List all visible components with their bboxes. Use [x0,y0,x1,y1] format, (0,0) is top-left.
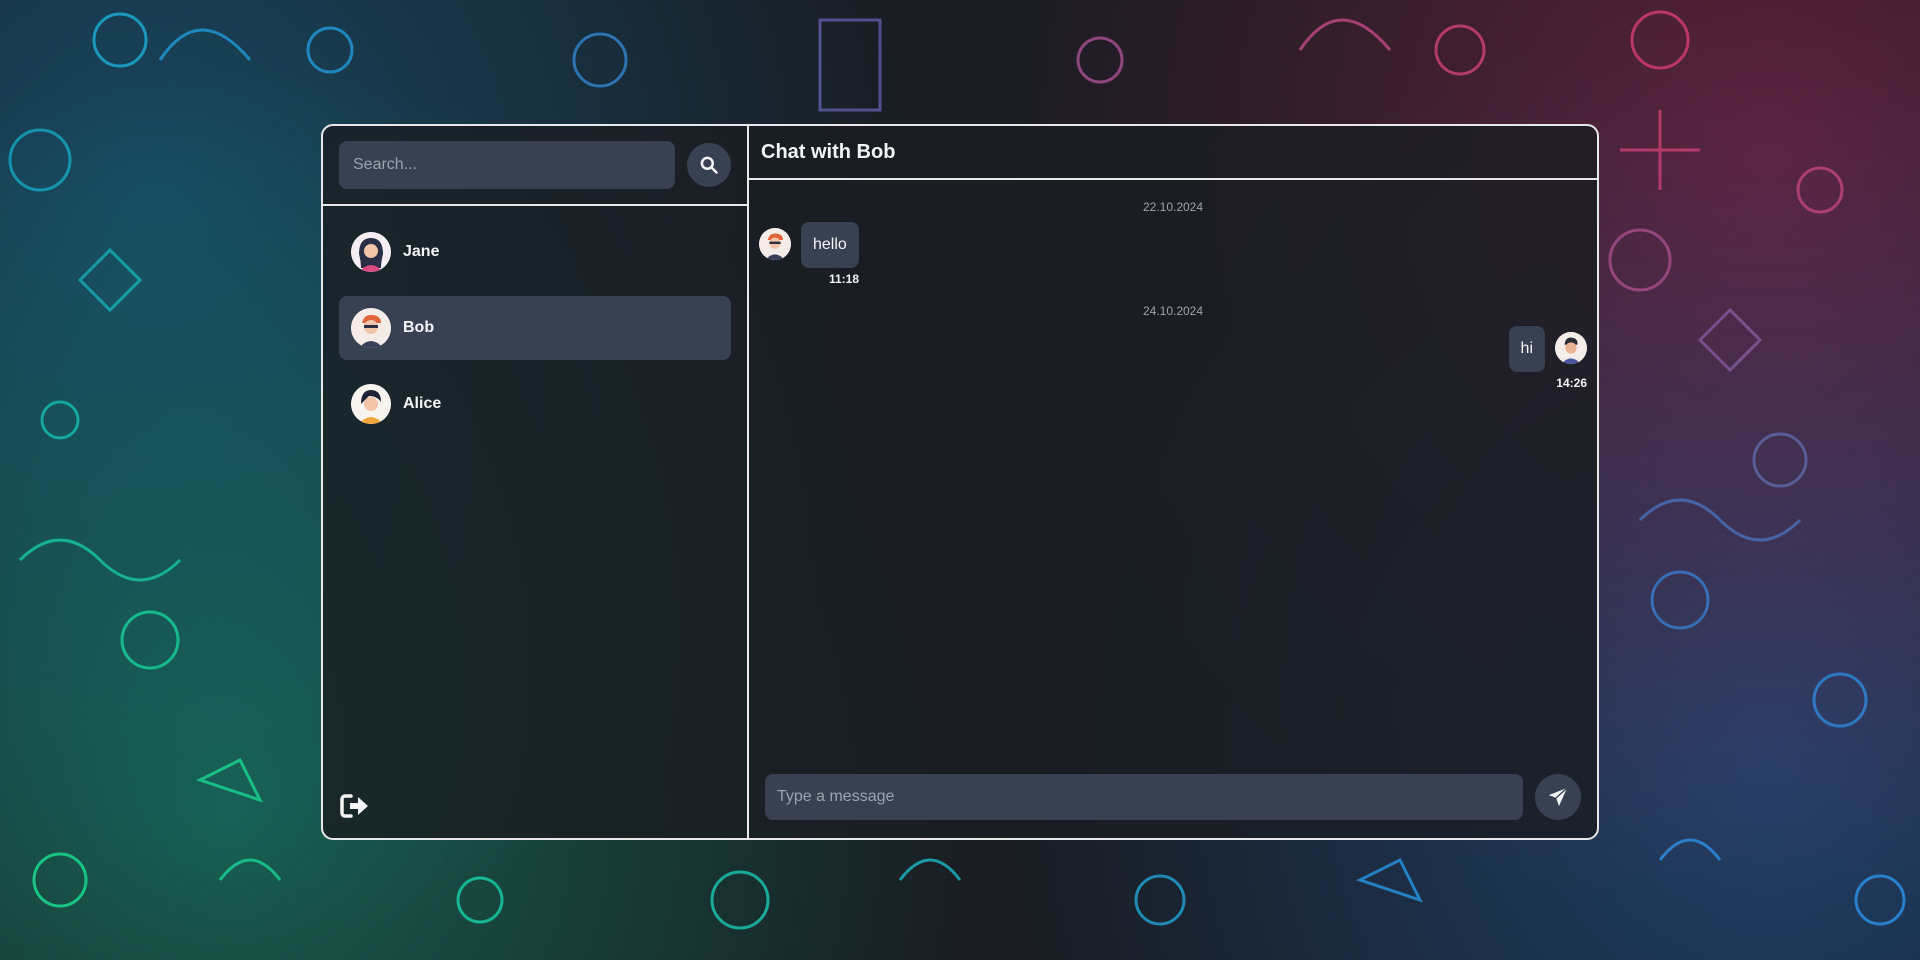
message-time: 11:18 [829,272,860,286]
contact-name: Alice [403,395,442,412]
contact-name: Bob [403,319,435,336]
contact-bob[interactable]: Bob [339,296,731,360]
message-row: hi [759,326,1587,372]
send-button[interactable] [1535,774,1581,820]
date-separator: 22.10.2024 [1142,200,1204,214]
message-input[interactable] [765,774,1523,820]
sender-avatar [1555,332,1587,364]
logout-button[interactable] [339,790,371,822]
avatar [351,384,391,424]
message-list: 22.10.2024 hello 11:18 24.10.2024 hi 14:… [749,180,1597,756]
search-input[interactable] [339,141,675,189]
date-separator: 24.10.2024 [1142,304,1204,318]
chat-app-window: Jane Bob [321,124,1599,840]
avatar [351,308,391,348]
avatar-bob-icon [759,228,791,260]
avatar-me-icon [1555,332,1587,364]
sidebar: Jane Bob [323,126,749,838]
message-composer [749,756,1597,838]
contact-jane[interactable]: Jane [339,220,731,284]
contact-list: Jane Bob Alice [323,206,747,450]
search-bar [323,126,747,206]
avatar [351,232,391,272]
logout-icon [340,794,368,818]
search-button[interactable] [687,143,731,187]
message-time: 14:26 [1556,376,1587,390]
avatar-alice-icon [351,384,391,424]
avatar-jane-icon [351,232,391,272]
message-bubble: hello [801,222,859,268]
search-icon [700,156,718,174]
avatar-bob-icon [351,308,391,348]
send-icon [1548,787,1568,807]
chat-panel: Chat with Bob 22.10.2024 hello 11:18 24.… [749,126,1597,838]
contact-alice[interactable]: Alice [339,372,731,436]
message-bubble: hi [1508,326,1545,372]
sender-avatar [759,228,791,260]
chat-header: Chat with Bob [749,126,1597,180]
chat-title: Chat with Bob [761,140,896,163]
message-row: hello [759,222,1587,268]
contact-name: Jane [403,243,440,260]
